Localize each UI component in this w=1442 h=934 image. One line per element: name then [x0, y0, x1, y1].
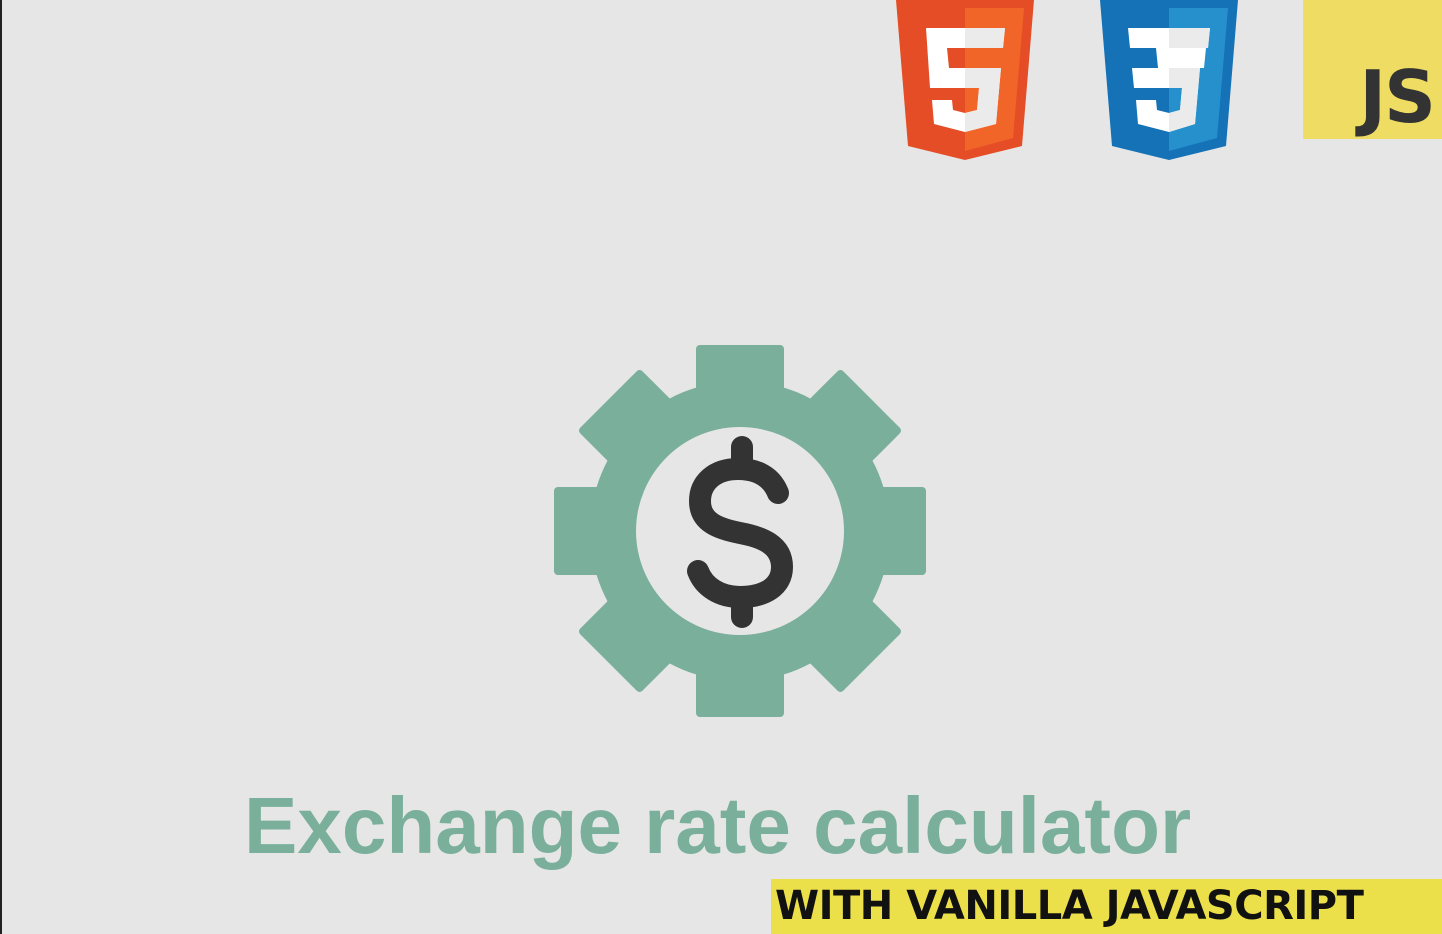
subtitle-banner: WITH VANILLA JAVASCRIPT — [771, 879, 1442, 934]
html5-shield-icon — [894, 0, 1036, 160]
js-label: JS — [1359, 55, 1436, 139]
page-title: Exchange rate calculator — [244, 781, 1192, 870]
page: JS Exchange rate calculator WITH VANILLA… — [0, 0, 1442, 934]
css3-shield-icon — [1098, 0, 1240, 160]
subtitle-text: WITH VANILLA JAVASCRIPT — [775, 883, 1364, 929]
js-badge: JS — [1303, 0, 1442, 139]
gear-dollar-icon — [554, 345, 926, 717]
